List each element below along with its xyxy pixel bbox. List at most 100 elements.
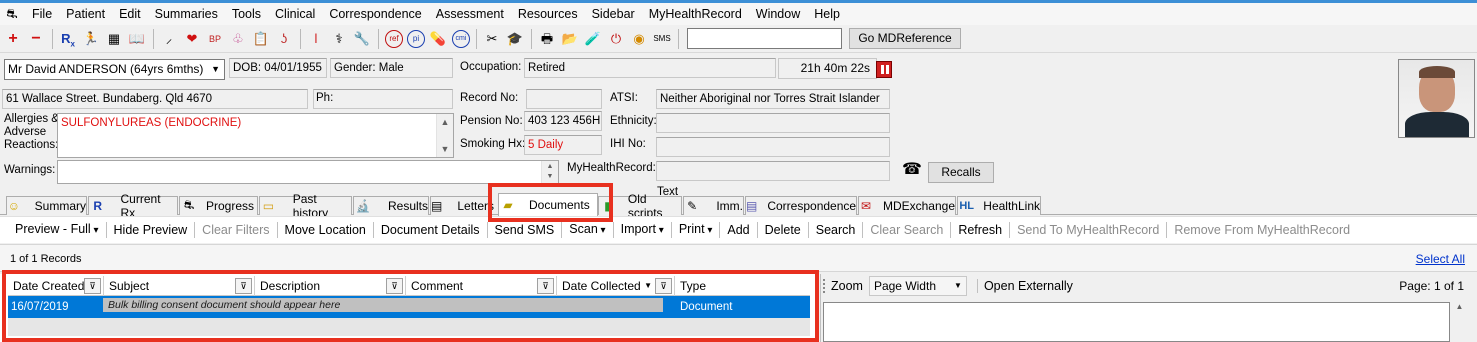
tab-results[interactable]: 🔬 Results — [353, 196, 429, 215]
tab-letters[interactable]: ▤ Letters — [430, 196, 494, 215]
stethoscope-icon[interactable]: ⚕ — [328, 28, 350, 50]
go-mdreference-button[interactable]: Go MDReference — [849, 28, 961, 49]
preview-scrollbar[interactable]: ▲ — [1451, 302, 1468, 342]
hide-preview-button[interactable]: Hide Preview — [107, 217, 195, 244]
chevron-down-icon[interactable]: ▾ — [91, 225, 98, 236]
clear-filters-button[interactable]: Clear Filters — [195, 217, 276, 244]
smoking-value: 5 Daily — [528, 139, 564, 151]
menu-tools[interactable]: Tools — [225, 3, 268, 25]
scroll-down-icon[interactable]: ▼ — [542, 171, 558, 183]
menu-myhealthrecord[interactable]: MyHealthRecord — [642, 3, 749, 25]
menu-edit[interactable]: Edit — [112, 3, 148, 25]
scroll-up-icon[interactable]: ▲ — [1451, 302, 1468, 311]
runner-icon[interactable]: 🏃 — [80, 28, 102, 50]
send-to-myhealthrecord-button[interactable]: Send To MyHealthRecord — [1010, 217, 1166, 244]
chevron-down-icon[interactable]: ▾ — [598, 225, 606, 236]
graduate-icon[interactable]: 🎓 — [504, 28, 526, 50]
tab-correspondence[interactable]: ▤ Correspondence — [745, 196, 857, 215]
chevron-down-icon[interactable]: ▾ — [705, 225, 712, 236]
search-button[interactable]: Search — [809, 217, 863, 244]
warnings-scrollbar[interactable]: ▲ ▼ — [541, 161, 558, 183]
menu-window[interactable]: Window — [749, 3, 807, 25]
thermometer-icon[interactable]: ǀ — [305, 28, 327, 50]
refresh-button[interactable]: Refresh — [951, 217, 1009, 244]
pause-icon[interactable] — [876, 61, 892, 78]
tab-summary[interactable]: ☺ Summary — [6, 196, 87, 215]
allergies-box[interactable]: SULFONYLUREAS (ENDOCRINE) ▲ ▼ — [57, 113, 454, 158]
menu-help[interactable]: Help — [807, 3, 847, 25]
allergies-scrollbar[interactable]: ▲ ▼ — [436, 114, 453, 157]
menu-assessment[interactable]: Assessment — [429, 3, 511, 25]
import-button[interactable]: Import ▾ — [614, 216, 671, 244]
print-icon[interactable]: 🖶 — [536, 28, 558, 50]
scroll-down-icon[interactable]: ▼ — [437, 141, 453, 157]
toolbar-grip[interactable] — [823, 279, 829, 293]
pi-icon[interactable]: pi — [407, 29, 425, 48]
ihi-label: IHI No: — [610, 138, 646, 150]
ref-icon[interactable]: ref — [385, 29, 403, 48]
menu-sidebar[interactable]: Sidebar — [585, 3, 642, 25]
menu-resources[interactable]: Resources — [511, 3, 585, 25]
calculator-icon[interactable]: ▦ — [103, 28, 125, 50]
tab-current-rx[interactable]: R Current Rx — [88, 192, 178, 220]
tab-progress[interactable]: ⛐ Progress — [179, 196, 258, 215]
recalls-button[interactable]: Recalls — [928, 162, 994, 183]
menu-clinical[interactable]: Clinical — [268, 3, 322, 25]
folder-icon: ▭ — [262, 199, 275, 213]
clipboard-icon[interactable]: 📋 — [250, 28, 272, 50]
chevron-down-icon[interactable]: ▼ — [954, 277, 962, 295]
tweezers-icon[interactable]: ⸝ — [158, 28, 180, 50]
mdreference-search-input[interactable] — [687, 28, 842, 49]
page-indicator: Page: 1 of 1 — [1399, 279, 1464, 293]
ethnicity-label: Ethnicity: — [610, 115, 657, 127]
heart-icon[interactable]: ❤ — [181, 28, 203, 50]
print-button[interactable]: Print ▾ — [672, 216, 720, 244]
add-button[interactable]: Add — [720, 217, 756, 244]
select-all-link[interactable]: Select All — [1416, 245, 1465, 273]
bp-icon[interactable]: BP — [204, 28, 226, 50]
tab-mdexchange[interactable]: ✉ MDExchange — [858, 196, 956, 215]
warnings-box[interactable]: ▲ ▼ — [57, 160, 559, 184]
coin-icon[interactable]: ◉ — [628, 28, 650, 50]
zoom-select[interactable]: Page Width ▼ — [868, 276, 967, 296]
preview-toolbar: Zoom Page Width ▼ Open Externally Page: 1… — [821, 274, 1477, 298]
menu-file[interactable]: File — [25, 3, 59, 25]
move-location-button[interactable]: Move Location — [278, 217, 373, 244]
chevron-down-icon[interactable]: ▼ — [211, 60, 220, 79]
folder-icon[interactable]: 📂 — [559, 28, 581, 50]
add-icon[interactable]: + — [2, 28, 24, 50]
ear-icon[interactable]: ʖ — [273, 28, 295, 50]
clear-search-button[interactable]: Clear Search — [863, 217, 950, 244]
scissors-icon[interactable]: ✂ — [481, 28, 503, 50]
menu-patient[interactable]: Patient — [59, 3, 112, 25]
open-externally-button[interactable]: Open Externally — [976, 279, 1073, 293]
stop-icon[interactable]: ⏻ — [605, 28, 627, 50]
remove-icon[interactable]: − — [25, 28, 47, 50]
chevron-down-icon[interactable]: ▾ — [656, 225, 664, 236]
occupation-field: Retired — [524, 58, 776, 78]
wrench-icon[interactable]: 🔧 — [351, 28, 373, 50]
zoom-value: Page Width — [873, 279, 936, 293]
button-label: Delete — [764, 222, 801, 237]
remove-from-myhealthrecord-button[interactable]: Remove From MyHealthRecord — [1167, 217, 1357, 244]
lungs-icon[interactable]: ♧ — [227, 28, 249, 50]
tab-immunisation[interactable]: ✎ Imm. — [683, 196, 744, 215]
scroll-up-icon[interactable]: ▲ — [437, 114, 453, 130]
prescription-icon[interactable]: Rx — [57, 28, 79, 50]
document-details-button[interactable]: Document Details — [374, 217, 487, 244]
book-icon[interactable]: 📖 — [126, 28, 148, 50]
cmi-icon[interactable]: cmi — [452, 29, 470, 48]
app-icon[interactable]: ⛐ — [2, 5, 22, 23]
bottle-icon[interactable]: 🧪 — [582, 28, 604, 50]
patient-selector[interactable]: Mr David ANDERSON (64yrs 6mths) ▼ — [4, 59, 225, 80]
delete-button[interactable]: Delete — [758, 217, 808, 244]
pill-icon[interactable]: 💊 — [427, 28, 449, 50]
ihi-field — [656, 137, 890, 157]
tab-healthlink[interactable]: HL HealthLink — [957, 196, 1041, 215]
preview-document[interactable] — [823, 302, 1450, 342]
menu-summaries[interactable]: Summaries — [148, 3, 225, 25]
preview-full-button[interactable]: Preview - Full ▾ — [8, 216, 106, 244]
sms-icon[interactable]: SMS — [651, 28, 673, 50]
tab-past-history[interactable]: ▭ Past history — [259, 192, 352, 220]
menu-correspondence[interactable]: Correspondence — [322, 3, 428, 25]
